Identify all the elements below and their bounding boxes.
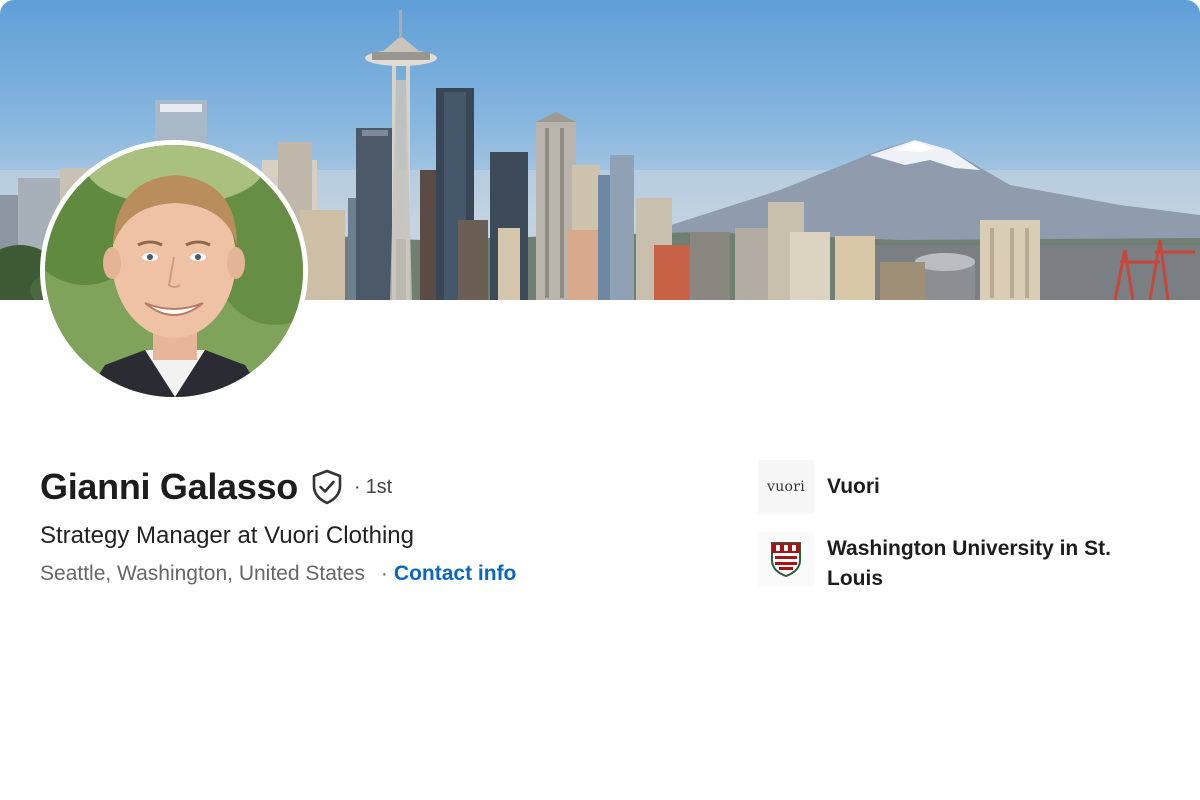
location-row: Seattle, Washington, United States · Con… [40,562,516,586]
profile-avatar[interactable] [40,140,308,402]
org-name-vuori: Vuori [827,475,880,498]
avatar-photo [45,145,303,397]
vuori-logo-icon: vuori [758,460,814,514]
contact-info-link[interactable]: Contact info [394,562,516,586]
profile-headline: Strategy Manager at Vuori Clothing [40,522,414,549]
connection-degree: · 1st [354,476,392,499]
degree-label: 1st [365,475,393,498]
shield-check-icon[interactable] [310,469,344,505]
location-separator: · [380,562,388,585]
profile-location: Seattle, Washington, United States [40,562,365,585]
washu-shield-icon [758,532,814,586]
profile-name: Gianni Galasso [40,466,298,507]
profile-card: Gianni Galasso · 1st Strategy Manager at… [0,0,1200,800]
org-item-vuori[interactable]: vuori Vuori [758,460,1167,514]
name-row: Gianni Galasso · 1st [40,466,392,508]
org-name-washu: Washington University in St. Louis [827,537,1111,590]
degree-separator: · [353,475,361,498]
org-item-washu[interactable]: Washington University in St. Louis [758,532,1167,594]
